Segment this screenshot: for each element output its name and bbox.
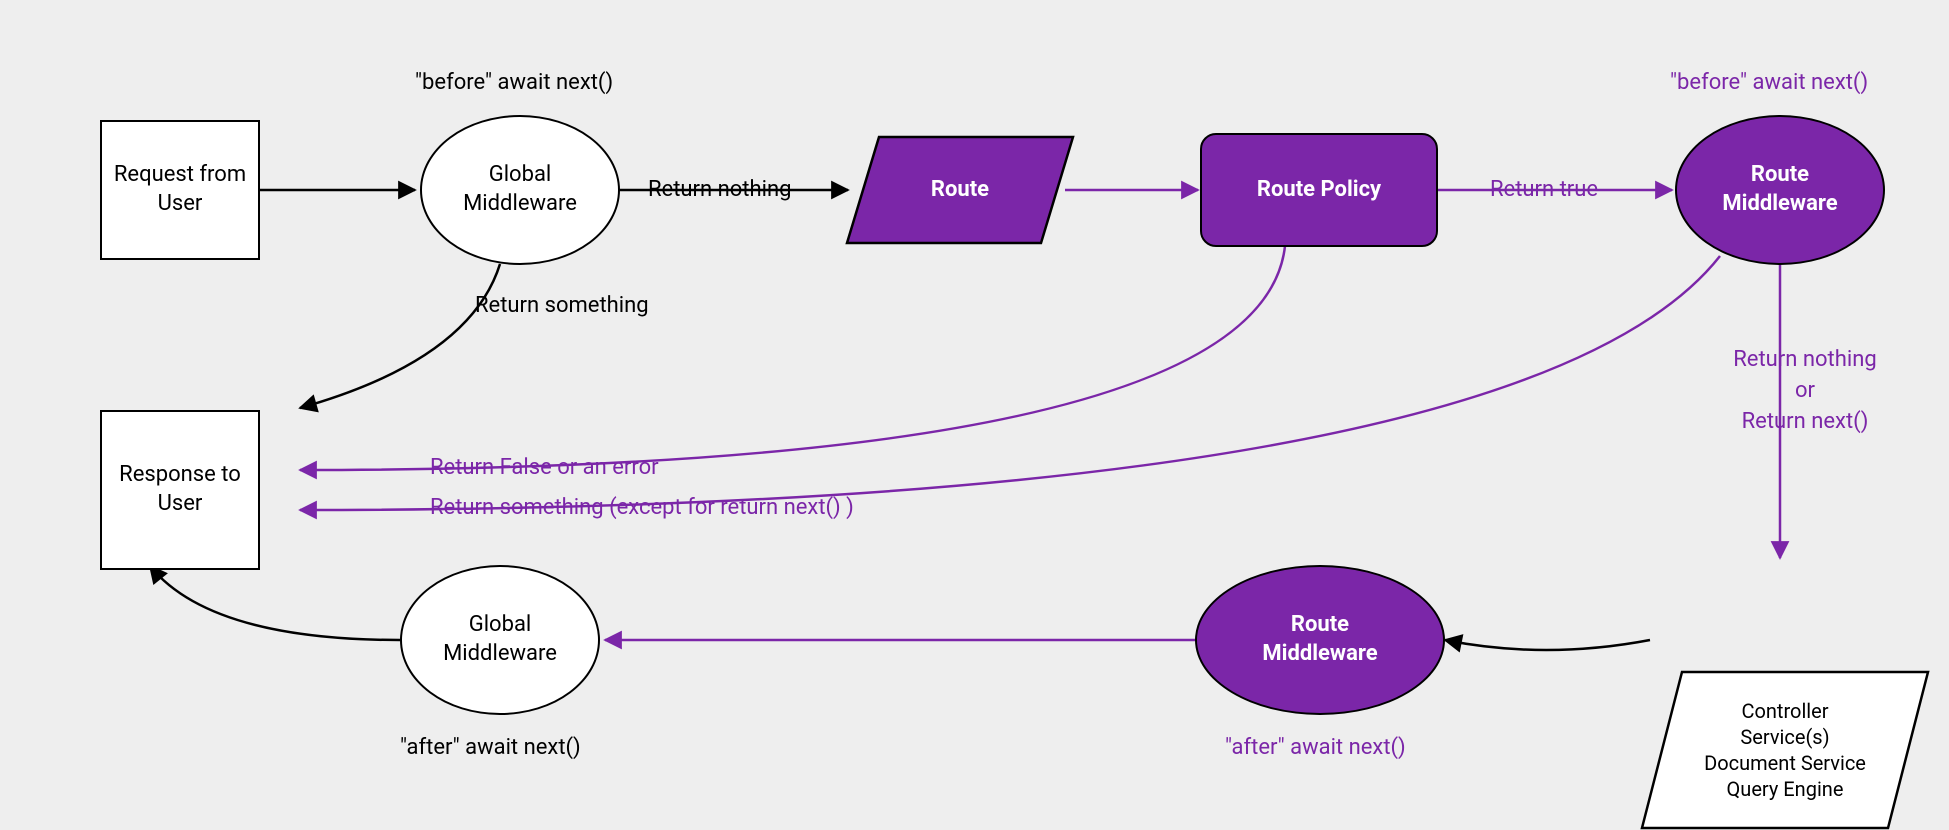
- node-route-mw-top: RouteMiddleware: [1675, 115, 1885, 265]
- node-global-mw-top-label: GlobalMiddleware: [463, 161, 577, 218]
- node-global-mw-top: GlobalMiddleware: [420, 115, 620, 265]
- label-return-nothing: Return nothing: [648, 177, 791, 202]
- node-response: Response toUser: [100, 410, 260, 570]
- label-before-await-top-right: "before" await next(): [1670, 70, 1868, 95]
- label-return-false: Return False or an error: [430, 455, 659, 480]
- node-request: Request fromUser: [100, 120, 260, 260]
- label-after-await-left: "after" await next(): [400, 735, 581, 760]
- label-return-something-except: Return something (except for return next…: [430, 495, 854, 520]
- node-route-label: Route: [931, 176, 989, 205]
- label-return-true: Return true: [1490, 177, 1598, 202]
- label-before-await-top: "before" await next(): [415, 70, 613, 95]
- node-route-policy-label: Route Policy: [1257, 176, 1381, 205]
- node-response-label: Response toUser: [119, 461, 241, 518]
- node-route-mw-bottom: RouteMiddleware: [1195, 565, 1445, 715]
- label-after-await-right: "after" await next(): [1225, 735, 1406, 760]
- node-controller-label: ControllerService(s)Document ServiceQuer…: [1704, 698, 1866, 802]
- label-return-nothing-or-next: Return nothingorReturn next(): [1710, 345, 1900, 437]
- node-global-mw-bottom: GlobalMiddleware: [400, 565, 600, 715]
- label-return-something: Return something: [475, 293, 649, 318]
- node-global-mw-bottom-label: GlobalMiddleware: [443, 611, 557, 668]
- node-route-policy: Route Policy: [1200, 133, 1438, 247]
- node-controller: ControllerService(s)Document ServiceQuer…: [1640, 670, 1930, 830]
- node-route-mw-top-label: RouteMiddleware: [1722, 161, 1837, 218]
- node-request-label: Request fromUser: [114, 161, 246, 218]
- node-route-mw-bottom-label: RouteMiddleware: [1262, 611, 1377, 668]
- node-route: Route: [845, 135, 1075, 245]
